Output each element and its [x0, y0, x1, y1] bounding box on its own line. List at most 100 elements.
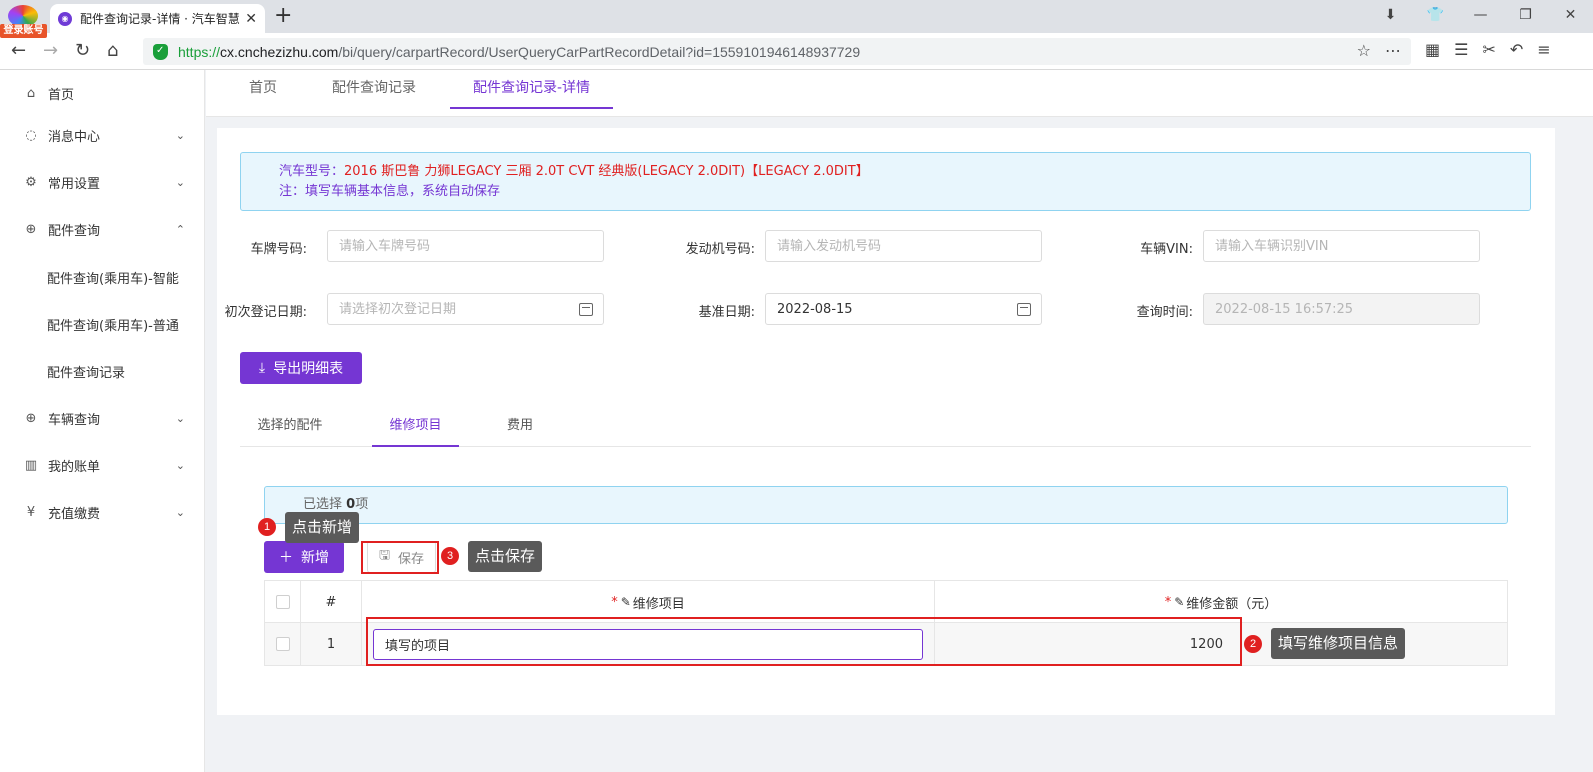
back-icon[interactable]: ←	[11, 40, 26, 62]
tab-fees[interactable]: 费用	[493, 408, 547, 447]
settings-icon: ⚙	[25, 175, 37, 190]
chevron-down-icon: ⌄	[175, 506, 185, 519]
tab-query-record-detail[interactable]: 配件查询记录-详情	[450, 70, 613, 109]
engine-label: 发动机号码:	[685, 242, 755, 257]
login-account-badge[interactable]: 登录账号	[0, 24, 47, 38]
tab-query-records[interactable]: 配件查询记录	[328, 70, 420, 117]
sidebar-item-part-query[interactable]: ⊕ 配件查询 ⌃	[0, 206, 205, 253]
forward-icon[interactable]: →	[43, 40, 58, 62]
required-mark: *	[1164, 594, 1172, 610]
address-bar[interactable]: https://cx.cnchezizhu.com/bi/query/carpa…	[143, 38, 1411, 65]
bookmark-star-icon[interactable]: ☆	[1357, 41, 1371, 60]
url-text[interactable]: https://cx.cnchezizhu.com/bi/query/carpa…	[178, 44, 860, 60]
edit-icon: ✎	[620, 595, 631, 609]
chevron-down-icon: ⌄	[175, 412, 185, 425]
sidebar: ⌂ 首页 ◌ 消息中心 ⌄ ⚙ 常用设置 ⌄ ⊕ 配件查询 ⌃ 配件查询(乘用车…	[0, 70, 205, 772]
tab-selected-parts[interactable]: 选择的配件	[240, 408, 340, 447]
select-all-checkbox[interactable]	[275, 595, 290, 609]
vehicle-info-box: 汽车型号：2016 斯巴鲁 力狮LEGACY 三厢 2.0T CVT 经典版(L…	[240, 152, 1531, 211]
header-repair-item-label: 维修项目	[632, 596, 685, 612]
sidebar-item-label: 我的账单	[48, 460, 101, 475]
calendar-icon[interactable]	[579, 303, 593, 316]
query-time-label: 查询时间:	[1136, 305, 1193, 320]
url-scheme: https://	[178, 43, 221, 60]
tab-home[interactable]: 首页	[242, 70, 284, 117]
skin-icon[interactable]: 👕	[1413, 7, 1458, 23]
sidebar-item-messages[interactable]: ◌ 消息中心 ⌄	[0, 112, 205, 159]
page-tabs: 首页 配件查询记录 配件查询记录-详情	[206, 70, 1593, 117]
row-index: 1	[301, 623, 362, 665]
edit-icon: ✎	[1174, 595, 1185, 609]
model-label: 汽车型号：	[279, 164, 345, 179]
sidebar-item-label: 配件查询	[48, 224, 101, 239]
row-highlight-frame	[366, 617, 1242, 666]
engine-number-input[interactable]	[765, 230, 1042, 262]
reload-icon[interactable]: ↻	[75, 40, 90, 62]
minimize-icon[interactable]: —	[1458, 7, 1503, 23]
save-highlight-frame	[361, 541, 439, 574]
selection-suffix: 项	[355, 497, 369, 512]
restore-icon[interactable]: ❐	[1503, 7, 1548, 23]
sidebar-item-settings[interactable]: ⚙ 常用设置 ⌄	[0, 159, 205, 206]
bar-chart-icon: ▥	[24, 458, 38, 473]
sidebar-item-vehicle-query[interactable]: ⊕ 车辆查询 ⌄	[0, 395, 205, 442]
reg-date-picker[interactable]	[327, 293, 604, 325]
base-date-picker[interactable]	[765, 293, 1042, 325]
home-browser-icon[interactable]: ⌂	[107, 40, 118, 62]
add-button[interactable]: ＋ 新增	[264, 541, 344, 573]
download-icon[interactable]: ⬇	[1368, 7, 1413, 23]
download-icon: ⤓	[258, 360, 266, 376]
add-button-label: 新增	[301, 550, 329, 566]
sidebar-subitem-smart[interactable]: 配件查询(乘用车)-智能	[0, 254, 205, 301]
sidebar-item-label: 充值缴费	[48, 507, 101, 522]
annotation-badge-3: 3	[441, 547, 459, 565]
more-icon[interactable]: ⋯	[1385, 41, 1401, 60]
sidebar-item-home[interactable]: ⌂ 首页	[0, 70, 205, 117]
message-icon: ◌	[25, 128, 37, 143]
close-tab-icon[interactable]: ✕	[245, 11, 257, 27]
selection-info-bar: 已选择 0项	[264, 486, 1508, 524]
reg-date-label: 初次登记日期:	[224, 305, 307, 320]
browser-tabbar: 登录账号 ◉ 配件查询记录-详情 · 汽车智慧 ✕ + ⬇ 👕 — ❐ ✕	[0, 0, 1593, 38]
sidebar-item-bills[interactable]: ▥ 我的账单 ⌄	[0, 442, 205, 489]
plate-number-input[interactable]	[327, 230, 604, 262]
export-detail-button[interactable]: ⤓ 导出明细表	[240, 352, 362, 384]
new-tab-icon[interactable]: +	[274, 4, 292, 28]
query-time-field	[1203, 293, 1480, 325]
scissors-icon[interactable]: ✂	[1482, 40, 1495, 59]
zoom-search-icon: ⊕	[25, 411, 37, 426]
close-window-icon[interactable]: ✕	[1548, 7, 1593, 23]
calendar-icon[interactable]	[1017, 303, 1031, 316]
row-select	[265, 623, 301, 665]
sidebar-item-label: 消息中心	[48, 130, 101, 145]
apps-grid-icon[interactable]: ▦	[1425, 40, 1440, 59]
plus-icon: ＋	[279, 550, 293, 566]
undo-icon[interactable]: ↶	[1510, 40, 1523, 59]
detail-sub-tabs: 选择的配件 维修项目 费用	[240, 408, 1531, 447]
header-index: #	[301, 581, 362, 623]
vin-input[interactable]	[1203, 230, 1480, 262]
annotation-badge-1: 1	[258, 518, 276, 536]
row-checkbox[interactable]	[275, 637, 290, 651]
chevron-down-icon: ⌄	[175, 459, 185, 472]
home-icon: ⌂	[26, 86, 36, 101]
menu-icon[interactable]: ≡	[1537, 40, 1550, 59]
auto-save-note: 注：填写车辆基本信息，系统自动保存	[279, 184, 501, 199]
sidebar-item-recharge[interactable]: ¥ 充值缴费 ⌄	[0, 489, 205, 536]
tab-title: 配件查询记录-详情 · 汽车智慧	[80, 12, 240, 26]
browser-tab[interactable]: ◉ 配件查询记录-详情 · 汽车智慧 ✕	[50, 4, 265, 33]
favorites-list-icon[interactable]: ☰	[1454, 40, 1468, 59]
url-path: /bi/query/carpartRecord/UserQueryCarPart…	[338, 43, 861, 60]
annotation-tip-2: 填写维修项目信息	[1271, 628, 1406, 659]
yuan-shield-icon: ¥	[26, 505, 36, 520]
sidebar-subitem-normal[interactable]: 配件查询(乘用车)-普通	[0, 301, 205, 348]
sidebar-item-label: 车辆查询	[48, 413, 101, 428]
annotation-badge-2: 2	[1244, 635, 1262, 653]
tab-repair-items[interactable]: 维修项目	[372, 408, 459, 447]
export-button-label: 导出明细表	[273, 361, 344, 377]
selection-prefix: 已选择	[303, 497, 347, 512]
model-value: 2016 斯巴鲁 力狮LEGACY 三厢 2.0T CVT 经典版(LEGACY…	[344, 164, 869, 179]
sidebar-subitem-records[interactable]: 配件查询记录	[0, 348, 205, 395]
secure-shield-icon	[153, 43, 168, 60]
header-select-all	[265, 581, 301, 623]
